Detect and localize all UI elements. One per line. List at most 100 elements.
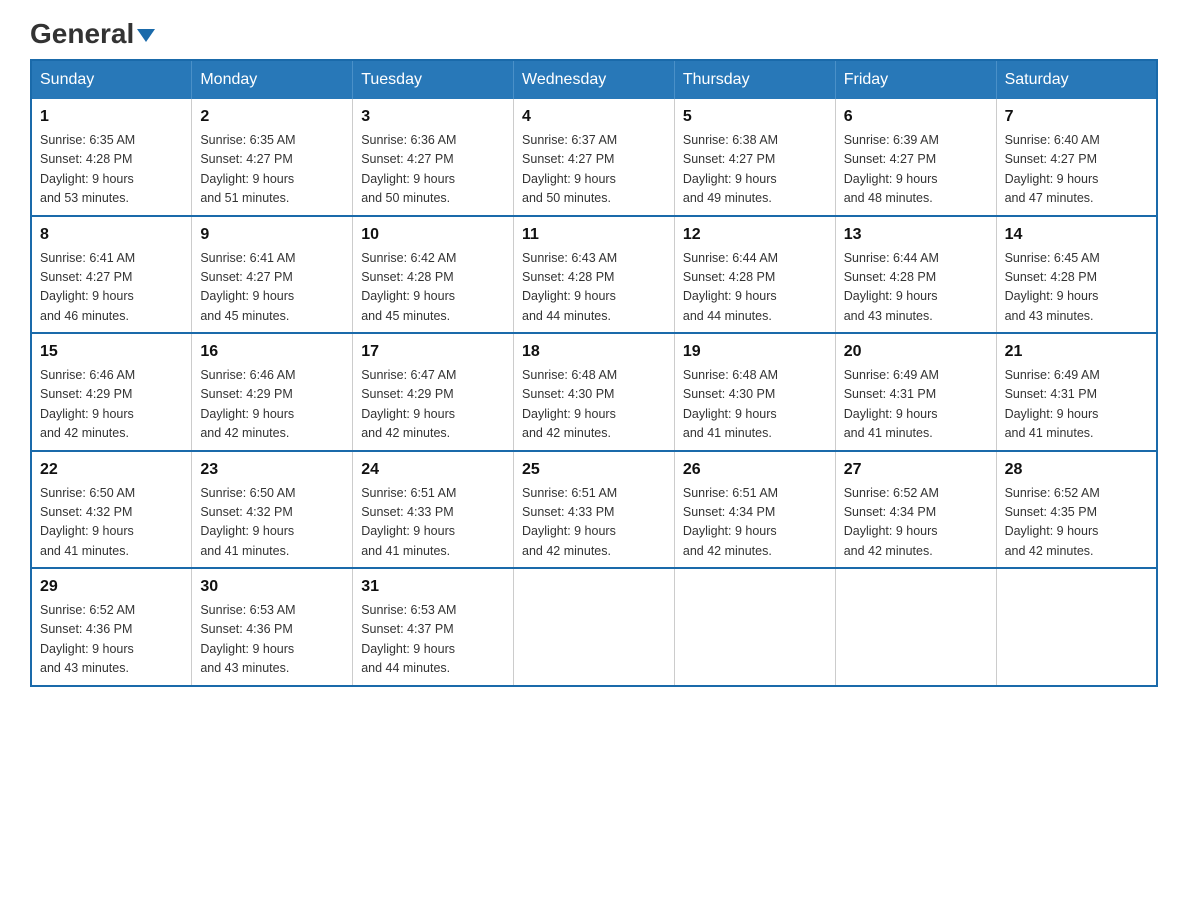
calendar-cell: 1 Sunrise: 6:35 AM Sunset: 4:28 PM Dayli…: [31, 99, 192, 216]
day-info: Sunrise: 6:45 AM Sunset: 4:28 PM Dayligh…: [1005, 249, 1148, 327]
calendar-cell: [996, 568, 1157, 686]
day-number: 14: [1005, 223, 1148, 247]
calendar-cell: 26 Sunrise: 6:51 AM Sunset: 4:34 PM Dayl…: [674, 451, 835, 569]
day-number: 2: [200, 105, 344, 129]
day-number: 30: [200, 575, 344, 599]
day-info: Sunrise: 6:48 AM Sunset: 4:30 PM Dayligh…: [522, 366, 666, 444]
logo-top: General: [30, 20, 155, 48]
day-info: Sunrise: 6:43 AM Sunset: 4:28 PM Dayligh…: [522, 249, 666, 327]
day-number: 28: [1005, 458, 1148, 482]
calendar-cell: 7 Sunrise: 6:40 AM Sunset: 4:27 PM Dayli…: [996, 99, 1157, 216]
day-info: Sunrise: 6:51 AM Sunset: 4:34 PM Dayligh…: [683, 484, 827, 562]
calendar-week-2: 8 Sunrise: 6:41 AM Sunset: 4:27 PM Dayli…: [31, 216, 1157, 334]
day-number: 29: [40, 575, 183, 599]
calendar-cell: [674, 568, 835, 686]
page-header: General: [30, 20, 1158, 44]
day-info: Sunrise: 6:44 AM Sunset: 4:28 PM Dayligh…: [844, 249, 988, 327]
calendar-cell: 10 Sunrise: 6:42 AM Sunset: 4:28 PM Dayl…: [353, 216, 514, 334]
weekday-header-sunday: Sunday: [31, 60, 192, 99]
calendar-cell: 2 Sunrise: 6:35 AM Sunset: 4:27 PM Dayli…: [192, 99, 353, 216]
calendar-table: SundayMondayTuesdayWednesdayThursdayFrid…: [30, 59, 1158, 687]
calendar-week-4: 22 Sunrise: 6:50 AM Sunset: 4:32 PM Dayl…: [31, 451, 1157, 569]
day-info: Sunrise: 6:41 AM Sunset: 4:27 PM Dayligh…: [40, 249, 183, 327]
day-number: 15: [40, 340, 183, 364]
day-number: 23: [200, 458, 344, 482]
day-number: 20: [844, 340, 988, 364]
calendar-cell: 23 Sunrise: 6:50 AM Sunset: 4:32 PM Dayl…: [192, 451, 353, 569]
day-info: Sunrise: 6:50 AM Sunset: 4:32 PM Dayligh…: [200, 484, 344, 562]
day-number: 7: [1005, 105, 1148, 129]
day-number: 22: [40, 458, 183, 482]
calendar-cell: [514, 568, 675, 686]
day-info: Sunrise: 6:46 AM Sunset: 4:29 PM Dayligh…: [40, 366, 183, 444]
calendar-cell: [835, 568, 996, 686]
day-info: Sunrise: 6:53 AM Sunset: 4:36 PM Dayligh…: [200, 601, 344, 679]
day-info: Sunrise: 6:35 AM Sunset: 4:28 PM Dayligh…: [40, 131, 183, 209]
day-number: 11: [522, 223, 666, 247]
day-number: 24: [361, 458, 505, 482]
day-info: Sunrise: 6:52 AM Sunset: 4:36 PM Dayligh…: [40, 601, 183, 679]
day-info: Sunrise: 6:49 AM Sunset: 4:31 PM Dayligh…: [1005, 366, 1148, 444]
day-info: Sunrise: 6:36 AM Sunset: 4:27 PM Dayligh…: [361, 131, 505, 209]
day-info: Sunrise: 6:49 AM Sunset: 4:31 PM Dayligh…: [844, 366, 988, 444]
weekday-header-saturday: Saturday: [996, 60, 1157, 99]
day-number: 17: [361, 340, 505, 364]
weekday-header-thursday: Thursday: [674, 60, 835, 99]
day-number: 13: [844, 223, 988, 247]
day-number: 16: [200, 340, 344, 364]
calendar-week-1: 1 Sunrise: 6:35 AM Sunset: 4:28 PM Dayli…: [31, 99, 1157, 216]
weekday-header-monday: Monday: [192, 60, 353, 99]
calendar-cell: 14 Sunrise: 6:45 AM Sunset: 4:28 PM Dayl…: [996, 216, 1157, 334]
day-info: Sunrise: 6:51 AM Sunset: 4:33 PM Dayligh…: [522, 484, 666, 562]
calendar-cell: 8 Sunrise: 6:41 AM Sunset: 4:27 PM Dayli…: [31, 216, 192, 334]
weekday-header-row: SundayMondayTuesdayWednesdayThursdayFrid…: [31, 60, 1157, 99]
calendar-cell: 11 Sunrise: 6:43 AM Sunset: 4:28 PM Dayl…: [514, 216, 675, 334]
weekday-header-tuesday: Tuesday: [353, 60, 514, 99]
day-number: 27: [844, 458, 988, 482]
calendar-cell: 21 Sunrise: 6:49 AM Sunset: 4:31 PM Dayl…: [996, 333, 1157, 451]
calendar-cell: 6 Sunrise: 6:39 AM Sunset: 4:27 PM Dayli…: [835, 99, 996, 216]
day-info: Sunrise: 6:37 AM Sunset: 4:27 PM Dayligh…: [522, 131, 666, 209]
calendar-cell: 13 Sunrise: 6:44 AM Sunset: 4:28 PM Dayl…: [835, 216, 996, 334]
calendar-cell: 24 Sunrise: 6:51 AM Sunset: 4:33 PM Dayl…: [353, 451, 514, 569]
day-number: 8: [40, 223, 183, 247]
day-info: Sunrise: 6:48 AM Sunset: 4:30 PM Dayligh…: [683, 366, 827, 444]
day-number: 4: [522, 105, 666, 129]
day-info: Sunrise: 6:52 AM Sunset: 4:35 PM Dayligh…: [1005, 484, 1148, 562]
logo: General: [30, 20, 155, 44]
day-info: Sunrise: 6:38 AM Sunset: 4:27 PM Dayligh…: [683, 131, 827, 209]
day-number: 18: [522, 340, 666, 364]
day-info: Sunrise: 6:47 AM Sunset: 4:29 PM Dayligh…: [361, 366, 505, 444]
calendar-cell: 31 Sunrise: 6:53 AM Sunset: 4:37 PM Dayl…: [353, 568, 514, 686]
calendar-cell: 5 Sunrise: 6:38 AM Sunset: 4:27 PM Dayli…: [674, 99, 835, 216]
calendar-cell: 18 Sunrise: 6:48 AM Sunset: 4:30 PM Dayl…: [514, 333, 675, 451]
calendar-cell: 25 Sunrise: 6:51 AM Sunset: 4:33 PM Dayl…: [514, 451, 675, 569]
day-number: 21: [1005, 340, 1148, 364]
day-info: Sunrise: 6:51 AM Sunset: 4:33 PM Dayligh…: [361, 484, 505, 562]
calendar-cell: 28 Sunrise: 6:52 AM Sunset: 4:35 PM Dayl…: [996, 451, 1157, 569]
day-number: 12: [683, 223, 827, 247]
calendar-cell: 12 Sunrise: 6:44 AM Sunset: 4:28 PM Dayl…: [674, 216, 835, 334]
day-info: Sunrise: 6:53 AM Sunset: 4:37 PM Dayligh…: [361, 601, 505, 679]
day-info: Sunrise: 6:44 AM Sunset: 4:28 PM Dayligh…: [683, 249, 827, 327]
day-info: Sunrise: 6:52 AM Sunset: 4:34 PM Dayligh…: [844, 484, 988, 562]
calendar-cell: 29 Sunrise: 6:52 AM Sunset: 4:36 PM Dayl…: [31, 568, 192, 686]
calendar-cell: 16 Sunrise: 6:46 AM Sunset: 4:29 PM Dayl…: [192, 333, 353, 451]
day-number: 10: [361, 223, 505, 247]
day-number: 5: [683, 105, 827, 129]
day-info: Sunrise: 6:46 AM Sunset: 4:29 PM Dayligh…: [200, 366, 344, 444]
day-number: 25: [522, 458, 666, 482]
day-info: Sunrise: 6:42 AM Sunset: 4:28 PM Dayligh…: [361, 249, 505, 327]
day-number: 19: [683, 340, 827, 364]
weekday-header-friday: Friday: [835, 60, 996, 99]
calendar-cell: 3 Sunrise: 6:36 AM Sunset: 4:27 PM Dayli…: [353, 99, 514, 216]
calendar-cell: 30 Sunrise: 6:53 AM Sunset: 4:36 PM Dayl…: [192, 568, 353, 686]
day-number: 9: [200, 223, 344, 247]
day-number: 31: [361, 575, 505, 599]
day-info: Sunrise: 6:50 AM Sunset: 4:32 PM Dayligh…: [40, 484, 183, 562]
calendar-cell: 19 Sunrise: 6:48 AM Sunset: 4:30 PM Dayl…: [674, 333, 835, 451]
calendar-cell: 27 Sunrise: 6:52 AM Sunset: 4:34 PM Dayl…: [835, 451, 996, 569]
day-info: Sunrise: 6:41 AM Sunset: 4:27 PM Dayligh…: [200, 249, 344, 327]
day-number: 1: [40, 105, 183, 129]
calendar-cell: 15 Sunrise: 6:46 AM Sunset: 4:29 PM Dayl…: [31, 333, 192, 451]
